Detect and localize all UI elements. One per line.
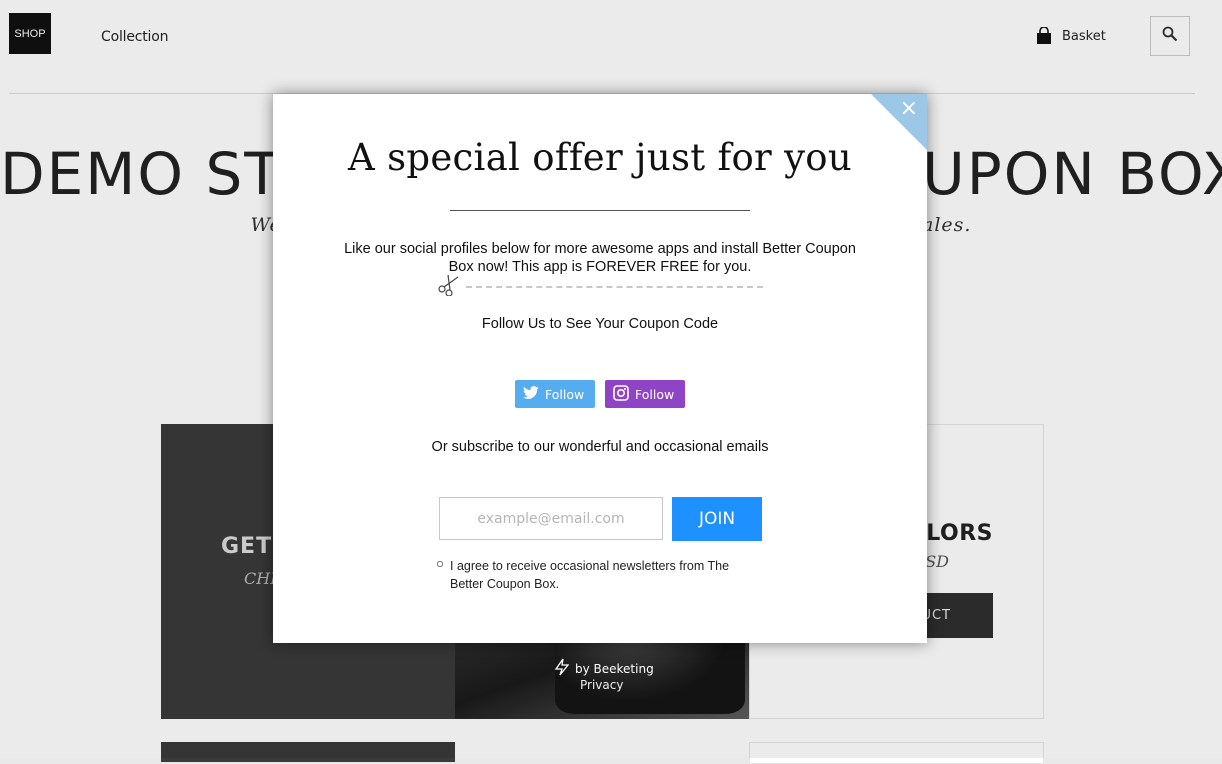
twitter-follow-button[interactable]: Follow bbox=[515, 380, 595, 408]
popup-title: A special offer just for you bbox=[347, 136, 852, 179]
close-icon[interactable]: × bbox=[900, 98, 918, 120]
agree-checkbox[interactable] bbox=[437, 561, 443, 567]
twitter-icon bbox=[523, 385, 539, 403]
lightning-icon bbox=[553, 658, 571, 679]
instagram-follow-button[interactable]: Follow bbox=[605, 380, 685, 408]
coupon-popup: × A special offer just for you Like our … bbox=[273, 94, 927, 643]
agree-label: I agree to receive occasional newsletter… bbox=[450, 559, 730, 591]
twitter-follow-label: Follow bbox=[545, 386, 585, 402]
instagram-icon bbox=[613, 384, 629, 404]
powered-by-label: by Beeketing bbox=[575, 661, 654, 676]
follow-prompt: Follow Us to See Your Coupon Code bbox=[481, 316, 719, 332]
scissors-icon bbox=[438, 274, 462, 301]
join-button[interactable]: JOIN bbox=[672, 497, 762, 541]
coupon-cut-line bbox=[438, 274, 763, 297]
instagram-follow-label: Follow bbox=[635, 386, 675, 402]
powered-by-beeketing[interactable]: by Beeketing bbox=[553, 658, 654, 679]
popup-description: Like our social profiles below for more … bbox=[344, 241, 856, 275]
email-field[interactable] bbox=[439, 497, 663, 540]
subscribe-prompt: Or subscribe to our wonderful and occasi… bbox=[431, 439, 769, 455]
privacy-link[interactable]: Privacy bbox=[580, 678, 623, 692]
dashed-line bbox=[466, 286, 763, 288]
title-divider bbox=[450, 210, 750, 211]
